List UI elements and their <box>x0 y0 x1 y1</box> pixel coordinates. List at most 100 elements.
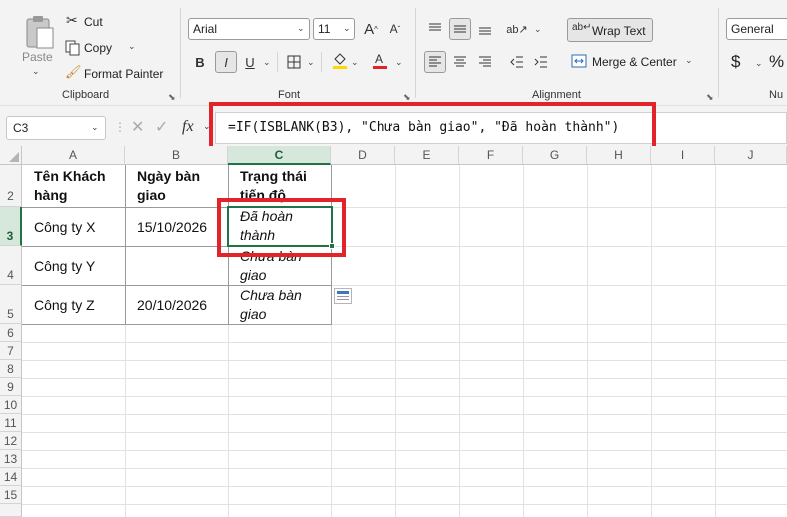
column-header-h[interactable]: H <box>587 146 651 165</box>
table-header-delivery-date[interactable]: Ngày bàn giao <box>137 167 225 205</box>
align-left-button[interactable] <box>424 51 446 73</box>
enter-check-icon[interactable]: ✓ <box>155 117 168 137</box>
row-header-5[interactable]: 5 <box>0 285 22 324</box>
bold-button[interactable]: B <box>189 51 211 73</box>
cell-a4[interactable]: Công ty Y <box>34 257 122 276</box>
align-center-button[interactable] <box>449 51 471 73</box>
align-top-icon <box>429 23 441 31</box>
dialog-launcher-icon[interactable]: ⬊ <box>706 92 714 103</box>
gridline <box>715 165 716 517</box>
align-right-button[interactable] <box>474 51 496 73</box>
cell-a3[interactable]: Công ty X <box>34 218 122 237</box>
cell-b5[interactable]: 20/10/2026 <box>137 296 225 315</box>
merge-center-icon <box>571 54 587 68</box>
font-color-button[interactable]: A <box>369 49 391 71</box>
cancel-entry-icon[interactable]: ✕ <box>131 117 144 137</box>
format-painter-button[interactable]: 🖌 Format Painter <box>64 64 174 82</box>
cell-b3[interactable]: 15/10/2026 <box>137 218 225 237</box>
chevron-down-icon[interactable]: ⌄ <box>351 57 359 68</box>
quick-analysis-button[interactable] <box>334 288 352 304</box>
chevron-down-icon[interactable]: ⌄ <box>395 57 403 68</box>
select-all-corner[interactable] <box>0 146 22 165</box>
clipboard-group: Paste ⌄ ✂ Cut Copy ⌄ 🖌 Format Painter Cl… <box>0 0 180 106</box>
wrap-text-label: Wrap Text <box>592 24 646 38</box>
percent-button[interactable]: % <box>769 52 784 72</box>
row-header-14[interactable]: 14 <box>0 468 22 486</box>
borders-button[interactable] <box>283 51 305 73</box>
column-header-d[interactable]: D <box>331 146 395 165</box>
decrease-indent-icon <box>510 56 523 68</box>
italic-button[interactable]: I <box>215 51 237 73</box>
row-header-4[interactable]: 4 <box>0 246 22 285</box>
row-header-12[interactable]: 12 <box>0 432 22 450</box>
increase-indent-button[interactable] <box>530 51 552 73</box>
row-header-6[interactable]: 6 <box>0 324 22 342</box>
increase-indent-icon <box>534 56 547 68</box>
font-name-value: Arial <box>193 22 218 36</box>
column-header-e[interactable]: E <box>395 146 459 165</box>
gridline <box>395 165 396 517</box>
paste-label: Paste <box>22 50 53 64</box>
shrink-font-button[interactable]: Aˇ <box>384 18 406 40</box>
row-header-8[interactable]: 8 <box>0 360 22 378</box>
font-name-select[interactable]: Arial ⌄ <box>188 18 310 40</box>
table-header-customer[interactable]: Tên Khách hàng <box>34 167 122 205</box>
formula-highlight-box <box>209 102 656 150</box>
chevron-down-icon[interactable]: ⌄ <box>307 57 315 68</box>
column-header-c[interactable]: C <box>228 146 331 165</box>
align-bottom-button[interactable] <box>474 18 496 40</box>
more-options-icon: ⋮ <box>114 120 126 134</box>
chevron-down-icon[interactable]: ⌄ <box>534 24 542 35</box>
row-header-11[interactable]: 11 <box>0 414 22 432</box>
chevron-down-icon[interactable]: ⌄ <box>263 57 271 68</box>
copy-button[interactable]: Copy ⌄ <box>64 39 144 57</box>
cut-button[interactable]: ✂ Cut <box>64 12 124 31</box>
chevron-down-icon[interactable]: ⌄ <box>755 58 763 69</box>
number-format-select[interactable]: General <box>726 18 787 40</box>
row-header-9[interactable]: 9 <box>0 378 22 396</box>
merge-center-button[interactable]: Merge & Center ⌄ <box>570 52 693 72</box>
font-group: Arial ⌄ 11 ⌄ A ^ Aˇ B I U ⌄ ⌄ ⌄ A ⌄ Font … <box>181 0 415 106</box>
dialog-launcher-icon[interactable]: ⬊ <box>168 92 176 103</box>
column-header-a[interactable]: A <box>22 146 125 165</box>
row-header-13[interactable]: 13 <box>0 450 22 468</box>
column-header-f[interactable]: F <box>459 146 523 165</box>
align-center-icon <box>454 56 466 67</box>
fill-color-button[interactable] <box>329 49 351 71</box>
row-header-7[interactable]: 7 <box>0 342 22 360</box>
cell-c5[interactable]: Chưa bàn giao <box>240 286 328 324</box>
paintbrush-icon: 🖌 <box>65 64 82 79</box>
column-header-b[interactable]: B <box>125 146 228 165</box>
decrease-indent-button[interactable] <box>506 51 528 73</box>
row-header-10[interactable]: 10 <box>0 396 22 414</box>
grow-font-button[interactable]: A ^ <box>360 18 382 40</box>
name-box[interactable]: C3 ⌄ <box>6 116 106 140</box>
chevron-down-icon: ⌄ <box>685 55 693 65</box>
chevron-down-icon: ⌄ <box>297 23 305 33</box>
number-group: General $ ⌄ % Nu <box>719 0 787 106</box>
column-header-g[interactable]: G <box>523 146 587 165</box>
orientation-button[interactable]: ab↗ <box>506 18 528 40</box>
row-header-2[interactable]: 2 <box>0 165 22 207</box>
wrap-text-button[interactable]: ab↵ Wrap Text <box>567 18 653 42</box>
row-header-16[interactable] <box>0 504 22 517</box>
currency-button[interactable]: $ <box>731 52 740 72</box>
font-size-select[interactable]: 11 ⌄ <box>313 18 355 40</box>
select-all-icon <box>9 152 19 162</box>
gridline <box>22 396 787 397</box>
alignment-group: ab↗ ⌄ ab↵ Wrap Text Merge & Center ⌄ Ali… <box>416 0 718 106</box>
insert-function-button[interactable]: fx <box>182 118 194 136</box>
column-header-j[interactable]: J <box>715 146 787 165</box>
row-header-15[interactable]: 15 <box>0 486 22 504</box>
cell-a5[interactable]: Công ty Z <box>34 296 122 315</box>
align-top-button[interactable] <box>424 18 446 40</box>
align-middle-button[interactable] <box>449 18 471 40</box>
shrink-font-icon: A <box>389 22 398 36</box>
quick-analysis-icon <box>337 291 349 300</box>
chevron-down-icon: ⌄ <box>343 23 351 33</box>
spreadsheet-grid: A B C D E F G H I J 2 3 4 5 6 7 8 9 10 1… <box>0 146 787 517</box>
column-header-i[interactable]: I <box>651 146 715 165</box>
row-header-3[interactable]: 3 <box>0 207 22 246</box>
underline-button[interactable]: U <box>239 51 261 73</box>
paste-button[interactable]: Paste ⌄ <box>18 12 60 78</box>
